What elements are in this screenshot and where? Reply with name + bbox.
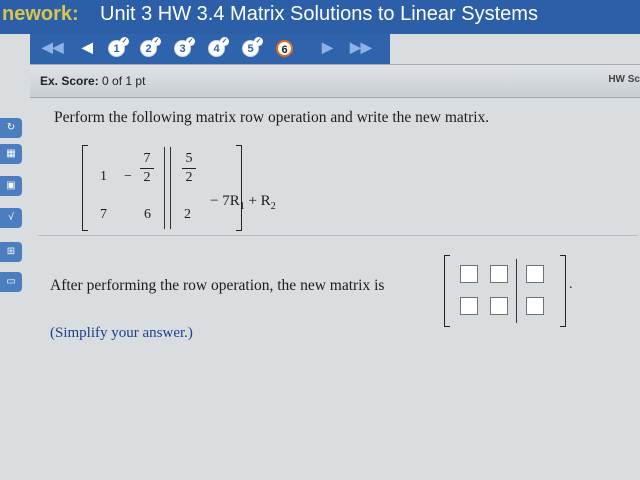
question-5-button[interactable]: 5 ✓ [242, 37, 263, 57]
left-bracket [82, 145, 88, 231]
more-icon[interactable]: ▭ [0, 272, 22, 292]
score-bar: Ex. Score: 0 of 1 pt HW Sc [30, 64, 640, 98]
check-icon: ✓ [152, 37, 161, 46]
answer-matrix [444, 255, 566, 327]
matrix-cell-r1c1: 1 [100, 169, 107, 184]
assignment-title: Unit 3 HW 3.4 Matrix Solutions to Linear… [100, 3, 538, 25]
question-6-button[interactable]: 6 [276, 40, 293, 57]
question-4-button[interactable]: 4 ✓ [208, 37, 229, 57]
left-toolbar: ↻ ▦ ▣ √ ⊞ ▭ [0, 118, 26, 298]
section-divider [38, 235, 638, 236]
title-bar: nework: Unit 3 HW 3.4 Matrix Solutions t… [0, 0, 640, 34]
augment-divider-2 [170, 147, 171, 229]
calculator-icon[interactable]: ▣ [0, 176, 22, 196]
answer-cell-r2c3[interactable] [526, 297, 544, 315]
answer-cell-r1c3[interactable] [526, 265, 544, 283]
question-panel: Perform the following matrix row operati… [30, 97, 640, 480]
question-prompt: Perform the following matrix row operati… [54, 109, 490, 126]
grid-icon[interactable]: ▦ [0, 144, 22, 164]
matrix-cell-r1c3: 5 2 [182, 151, 196, 186]
answer-left-bracket [444, 255, 450, 327]
matrix-cell-r1c2: 7 2 [140, 151, 154, 186]
matrix-cell-r2c1: 7 [100, 207, 107, 222]
answer-cell-r1c1[interactable] [460, 265, 478, 283]
simplify-note: (Simplify your answer.) [50, 325, 193, 341]
question-2-button[interactable]: 2 ✓ [140, 37, 161, 57]
homework-label: nework: [2, 3, 79, 25]
row-operation: − 7R1 + R2 [210, 193, 276, 212]
question-3-button[interactable]: 3 ✓ [174, 37, 195, 57]
refresh-icon[interactable]: ↻ [0, 118, 22, 138]
answer-cell-r2c1[interactable] [460, 297, 478, 315]
answer-cell-r1c2[interactable] [490, 265, 508, 283]
matrix-cell-r1c2-sign: − [124, 169, 132, 184]
check-icon: ✓ [120, 37, 129, 46]
given-matrix: 1 − 7 2 5 2 7 6 2 [82, 145, 242, 231]
answer-prompt: After performing the row operation, the … [50, 277, 385, 294]
next-question-icon[interactable]: ▶ [322, 39, 333, 56]
last-question-icon[interactable]: ▶▶ [350, 39, 372, 56]
answer-cell-r2c2[interactable] [490, 297, 508, 315]
answer-period: . [569, 277, 573, 292]
right-bracket [236, 145, 242, 231]
check-icon: ✓ [186, 37, 195, 46]
answer-augment-divider [516, 259, 517, 323]
question-navigation: ◀◀ ◀ 1 ✓ 2 ✓ 3 ✓ 4 ✓ 5 ✓ 6 ▶ ▶▶ [30, 34, 390, 64]
tools-icon[interactable]: ⊞ [0, 242, 22, 262]
first-question-icon[interactable]: ◀◀ [42, 39, 64, 56]
check-icon: ✓ [254, 37, 263, 46]
previous-question-icon[interactable]: ◀ [82, 39, 93, 56]
function-icon[interactable]: √ [0, 208, 22, 228]
matrix-cell-r2c2: 6 [144, 207, 151, 222]
matrix-cell-r2c3: 2 [184, 207, 191, 222]
question-1-button[interactable]: 1 ✓ [108, 37, 129, 57]
check-icon: ✓ [220, 37, 229, 46]
augment-divider [164, 147, 165, 229]
hw-score-label: HW Sc [608, 74, 640, 85]
answer-right-bracket [560, 255, 566, 327]
exercise-score: Ex. Score: 0 of 1 pt [40, 74, 146, 88]
